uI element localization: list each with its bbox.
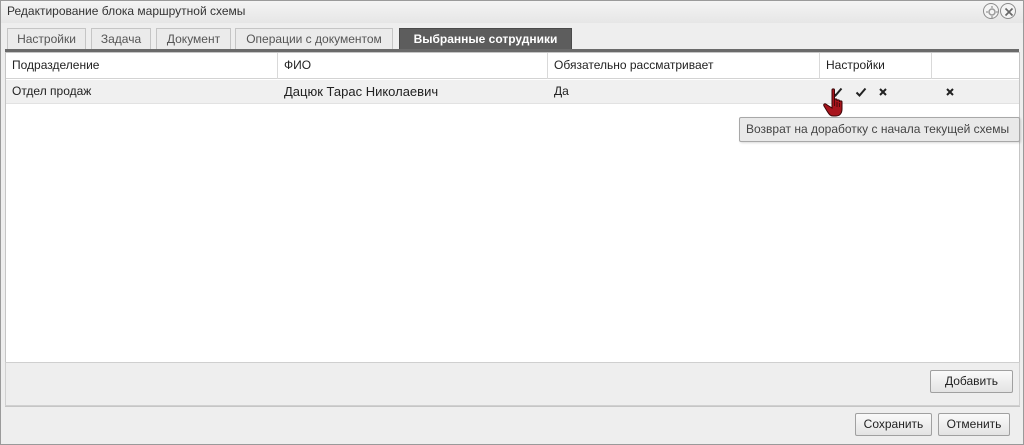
column-header-mandatory[interactable]: Обязательно рассматривает bbox=[548, 53, 820, 79]
grid-footer bbox=[5, 362, 1020, 406]
column-header-department[interactable]: Подразделение bbox=[6, 53, 278, 79]
check-icon[interactable] bbox=[854, 85, 868, 99]
tab-selected-employees[interactable]: Выбранные сотрудники bbox=[399, 28, 572, 50]
save-button[interactable]: Сохранить bbox=[855, 413, 932, 436]
title-bar[interactable]: Редактирование блока маршрутной схемы bbox=[1, 1, 1023, 23]
cell-mandatory: Да bbox=[554, 84, 569, 98]
tab-document-operations[interactable]: Операции с документом bbox=[235, 28, 393, 50]
window-title: Редактирование блока маршрутной схемы bbox=[7, 4, 246, 18]
grid-header: Подразделение ФИО Обязательно рассматрив… bbox=[6, 53, 1019, 79]
add-button[interactable]: Добавить bbox=[930, 370, 1013, 393]
cross-icon[interactable] bbox=[876, 85, 890, 99]
employees-grid: Подразделение ФИО Обязательно рассматрив… bbox=[5, 52, 1020, 407]
cancel-button[interactable]: Отменить bbox=[938, 413, 1010, 436]
cell-name: Дацюк Тарас Николаевич bbox=[284, 84, 439, 99]
tab-task[interactable]: Задача bbox=[91, 28, 151, 50]
close-icon[interactable] bbox=[1000, 3, 1016, 19]
table-row[interactable]: Отдел продаж Дацюк Тарас Николаевич Да bbox=[6, 80, 1019, 104]
dialog-window: Редактирование блока маршрутной схемы На… bbox=[0, 0, 1024, 445]
tab-document[interactable]: Документ bbox=[156, 28, 231, 50]
delete-icon[interactable] bbox=[943, 85, 957, 99]
column-header-actions bbox=[932, 53, 1019, 79]
column-header-settings[interactable]: Настройки bbox=[820, 53, 932, 79]
settings-icon[interactable] bbox=[983, 3, 999, 19]
column-header-name[interactable]: ФИО bbox=[278, 53, 548, 79]
hand-cursor-icon bbox=[823, 88, 843, 117]
tooltip: Возврат на доработку с начала текущей сх… bbox=[739, 117, 1020, 142]
cell-department: Отдел продаж bbox=[12, 84, 92, 98]
tab-settings[interactable]: Настройки bbox=[7, 28, 86, 50]
